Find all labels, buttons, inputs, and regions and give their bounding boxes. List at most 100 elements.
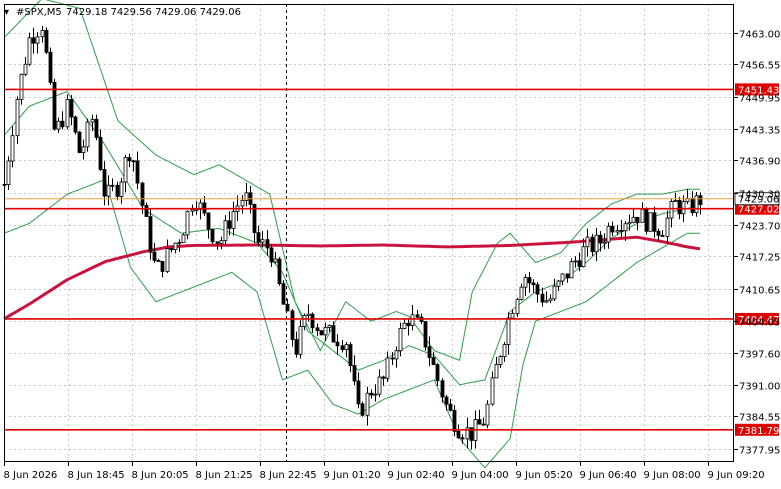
- candle-body: [344, 344, 349, 350]
- x-tick-label: 9 Jun 04:00: [452, 470, 509, 481]
- candle-body: [48, 51, 53, 83]
- candle-body: [544, 300, 549, 303]
- candle-body: [448, 403, 453, 411]
- candle-body: [85, 121, 90, 148]
- candle-body: [244, 192, 249, 201]
- candle-body: [623, 223, 628, 232]
- candle-body: [240, 200, 245, 207]
- candle-body: [335, 341, 340, 347]
- x-tick-label: 9 Jun 02:40: [388, 470, 445, 481]
- candle-body: [273, 258, 278, 263]
- candle-body: [581, 246, 586, 268]
- candle-body: [665, 217, 670, 237]
- candle-body: [144, 204, 149, 217]
- y-tick-label: 7463.00: [739, 30, 780, 41]
- candle-body: [81, 146, 86, 154]
- candle-body: [269, 247, 274, 263]
- candle-body: [15, 98, 20, 137]
- candle-body: [498, 356, 503, 365]
- candle-body: [681, 201, 686, 215]
- y-tick-label: 7456.55: [739, 61, 780, 72]
- candle-body: [652, 212, 657, 232]
- chart: 7451.437427.027404.477381.797429.06 7463…: [2, 0, 780, 481]
- candle-body: [140, 182, 145, 206]
- candle-body: [573, 260, 578, 263]
- candle-body: [402, 322, 407, 329]
- candle-body: [360, 403, 365, 416]
- candle-body: [152, 251, 157, 261]
- ohlc-readout: 7429.18 7429.56 7429.06 7429.06: [66, 7, 241, 18]
- candle-body: [310, 313, 315, 329]
- candle-body: [673, 199, 678, 202]
- candle-body: [165, 248, 170, 272]
- candle-body: [531, 282, 536, 286]
- candle-body: [290, 310, 295, 340]
- y-tick-label: 7384.55: [739, 413, 780, 424]
- candle-body: [502, 344, 507, 357]
- candle-body: [294, 339, 299, 355]
- x-tick-label: 9 Jun 09:20: [708, 470, 765, 481]
- candle-body: [406, 322, 411, 326]
- candle-body: [77, 131, 82, 154]
- candle-body: [60, 120, 65, 128]
- candle-body: [127, 157, 132, 162]
- candle-body: [669, 201, 674, 219]
- candle-body: [456, 430, 461, 439]
- candle-body: [519, 286, 524, 300]
- candle-body: [169, 248, 174, 250]
- candle-body: [598, 234, 603, 244]
- candle-body: [281, 283, 286, 305]
- candle-body: [356, 380, 361, 405]
- candle-body: [31, 37, 36, 44]
- x-tick-label: 9 Jun 05:20: [516, 470, 573, 481]
- candle-body: [452, 409, 457, 432]
- candle-body: [369, 392, 374, 396]
- candle-body: [23, 63, 28, 75]
- candle-body: [40, 30, 45, 38]
- candle-body: [327, 325, 332, 328]
- candle-body: [656, 230, 661, 236]
- candle-body: [640, 208, 645, 223]
- symbol-label: #SPX,M5: [16, 7, 62, 18]
- symbol-icon: ▾: [4, 7, 9, 18]
- candle-body: [510, 313, 515, 319]
- y-tick-label: 7417.25: [739, 253, 780, 264]
- candle-body: [577, 260, 582, 268]
- candle-body: [610, 225, 615, 233]
- candle-body: [223, 220, 228, 242]
- candle-body: [585, 236, 590, 248]
- candle-body: [615, 230, 620, 233]
- y-tick-label: 7449.95: [739, 94, 780, 105]
- y-tick-label: 7423.70: [739, 222, 780, 233]
- candle-body: [606, 225, 611, 243]
- candle-body: [119, 181, 124, 197]
- candle-body: [560, 273, 565, 282]
- candle-body: [348, 344, 353, 366]
- x-tick-label: 8 Jun 21:25: [196, 470, 253, 481]
- candle-body: [535, 284, 540, 295]
- candle-body: [173, 242, 178, 250]
- candle-body: [527, 277, 532, 284]
- candle-body: [619, 230, 624, 232]
- candle-body: [65, 99, 70, 128]
- candle-body: [365, 392, 370, 416]
- candle-body: [177, 242, 182, 244]
- candle-body: [410, 314, 415, 326]
- level-label: 7427.02: [738, 205, 779, 216]
- price-axis: 7463.00 7456.55 7449.95 7443.35 7436.90 7430.…: [734, 30, 780, 457]
- candle-body: [160, 261, 165, 272]
- chart-header: ▾ #SPX,M5 7429.18 7429.56 7429.06 7429.0…: [4, 7, 241, 18]
- candle-body: [56, 120, 61, 130]
- y-tick-label: 7436.90: [739, 157, 780, 168]
- candle-body: [115, 184, 120, 197]
- y-tick-label: 7397.60: [739, 350, 780, 361]
- candle-body: [19, 73, 24, 100]
- candle-body: [660, 234, 665, 237]
- candle-body: [635, 216, 640, 223]
- candle-body: [277, 258, 282, 285]
- time-axis: 8 Jun 2026 8 Jun 18:45 8 Jun 20:05 8 Jun 21…: [4, 462, 765, 481]
- x-tick-label: 9 Jun 01:20: [324, 470, 381, 481]
- candle-body: [298, 326, 303, 355]
- candle-body: [340, 345, 345, 350]
- candle-body: [627, 221, 632, 225]
